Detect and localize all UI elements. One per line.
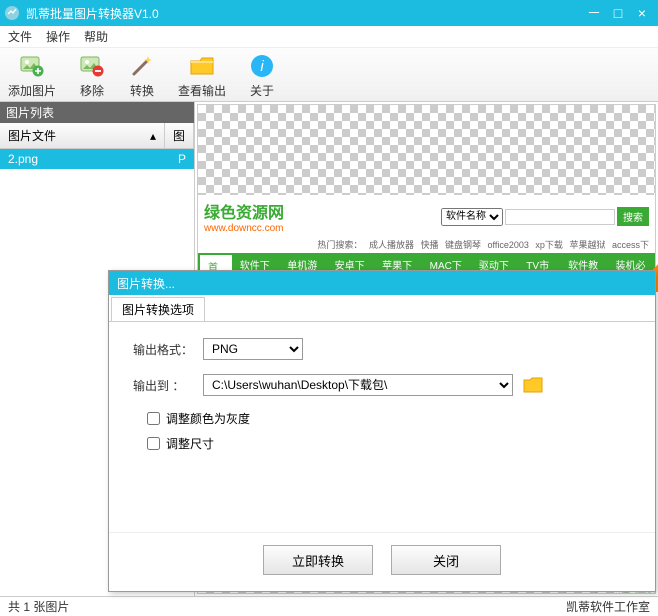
hot-search: 热门搜索： 成人播放器 快播 键盘钢琴 office2003 xp下载 苹果越狱…: [198, 238, 655, 253]
dialog-tabs: 图片转换选项: [109, 295, 655, 322]
dialog-title: 图片转换...: [109, 271, 655, 295]
list-column-header: 图片文件▴ 图: [0, 123, 194, 149]
about-button[interactable]: i 关于: [248, 52, 276, 99]
close-dialog-button[interactable]: 关闭: [391, 545, 501, 575]
maximize-button[interactable]: □: [606, 3, 630, 23]
titlebar: 凯蒂批量图片转换器V1.0 － □ ×: [0, 0, 658, 26]
output-format-label: 输出格式：: [133, 341, 203, 358]
resize-checkbox[interactable]: [147, 437, 160, 450]
remove-icon: [78, 52, 106, 80]
remove-button[interactable]: 移除: [78, 52, 106, 99]
menu-help[interactable]: 帮助: [84, 28, 108, 45]
cell-file: 2.png: [0, 149, 170, 169]
browse-folder-button[interactable]: [521, 374, 545, 396]
grayscale-checkbox[interactable]: [147, 412, 160, 425]
convert-button[interactable]: 转换: [128, 52, 156, 99]
app-icon: [4, 5, 20, 21]
preview-logo: 绿色资源网 www.downcc.com: [204, 199, 284, 234]
status-right: 凯蒂软件工作室: [566, 598, 650, 615]
output-path-select[interactable]: C:\Users\wuhan\Desktop\下载包\: [203, 374, 513, 396]
col-file[interactable]: 图片文件▴: [0, 123, 165, 148]
info-icon: i: [248, 52, 276, 80]
dialog-actions: 立即转换 关闭: [109, 532, 655, 591]
convert-now-button[interactable]: 立即转换: [263, 545, 373, 575]
grayscale-checkbox-row[interactable]: 调整颜色为灰度: [147, 410, 631, 427]
convert-label: 转换: [130, 82, 154, 99]
wand-icon: [128, 52, 156, 80]
view-output-button[interactable]: 查看输出: [178, 52, 226, 99]
statusbar: 共 1 张图片 凯蒂软件工作室: [0, 596, 658, 616]
about-label: 关于: [250, 82, 274, 99]
col-type[interactable]: 图: [165, 123, 194, 148]
add-image-button[interactable]: 添加图片: [8, 52, 56, 99]
list-item[interactable]: 2.png P: [0, 149, 194, 169]
resize-checkbox-row[interactable]: 调整尺寸: [147, 435, 631, 452]
remove-label: 移除: [80, 82, 104, 99]
cell-type: P: [170, 149, 194, 169]
minimize-button[interactable]: －: [582, 3, 606, 23]
menubar: 文件 操作 帮助: [0, 26, 658, 48]
window-title: 凯蒂批量图片转换器V1.0: [26, 5, 582, 22]
search-input[interactable]: [505, 209, 615, 225]
view-output-label: 查看输出: [178, 82, 226, 99]
image-list-header: 图片列表: [0, 102, 194, 123]
output-path-label: 输出到 ：: [133, 377, 203, 394]
tab-convert-options[interactable]: 图片转换选项: [111, 297, 205, 321]
status-left: 共 1 张图片: [8, 598, 566, 615]
add-image-label: 添加图片: [8, 82, 56, 99]
search-button[interactable]: 搜索: [617, 207, 649, 226]
preview-search: 软件名称 搜索: [441, 207, 649, 226]
add-image-icon: [18, 52, 46, 80]
search-type-select[interactable]: 软件名称: [441, 208, 503, 226]
close-button[interactable]: ×: [630, 3, 654, 23]
toolbar: 添加图片 移除 转换 查看输出 i 关于: [0, 48, 658, 102]
resize-label: 调整尺寸: [166, 435, 214, 452]
dialog-body: 输出格式： PNG 输出到 ： C:\Users\wuhan\Desktop\下…: [109, 322, 655, 532]
output-format-select[interactable]: PNG: [203, 338, 303, 360]
convert-dialog: 图片转换... 图片转换选项 输出格式： PNG 输出到 ： C:\Users\…: [108, 270, 656, 592]
menu-file[interactable]: 文件: [8, 28, 32, 45]
sort-icon: ▴: [150, 129, 156, 143]
menu-operate[interactable]: 操作: [46, 28, 70, 45]
grayscale-label: 调整颜色为灰度: [166, 410, 250, 427]
folder-icon: [188, 52, 216, 80]
